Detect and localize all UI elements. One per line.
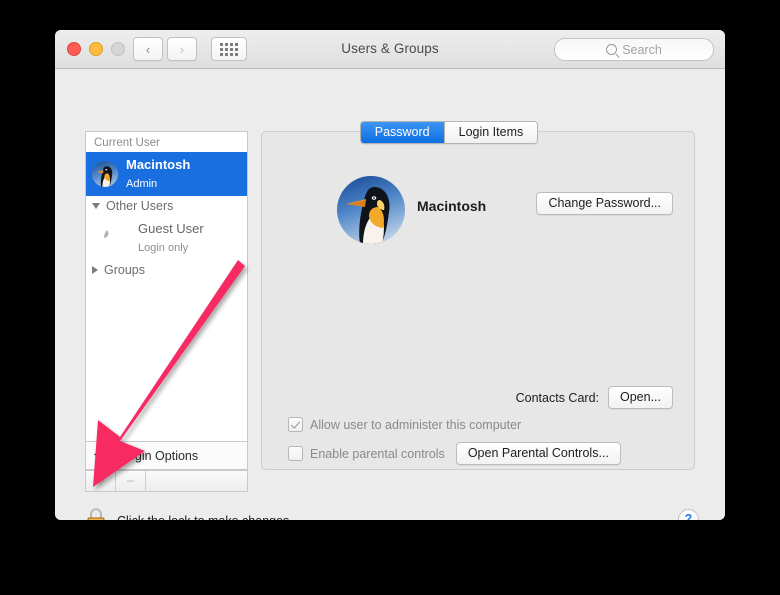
penguin-icon [337,176,405,244]
login-options-row[interactable]: Login Options [85,441,248,470]
chevron-right-icon[interactable] [92,266,98,274]
admin-checkbox-label: Allow user to administer this computer [310,417,522,432]
sidebar-item-macintosh[interactable]: Macintosh Admin [86,152,247,196]
window-body: Password Login Items Current User Macint… [55,69,725,520]
tab-login-items[interactable]: Login Items [443,122,538,143]
lock-icon[interactable] [85,507,107,520]
penguin-avatar-small [92,161,118,187]
window-titlebar: ‹ › Users & Groups Search [55,30,725,69]
screen: ‹ › Users & Groups Search Password Login… [0,0,780,595]
admin-checkbox [288,417,303,432]
other-users-header: Other Users [106,199,174,213]
chevron-down-icon[interactable] [92,203,100,209]
contacts-card-row: Contacts Card: Open... [262,386,673,409]
remove-user-button: − [116,471,146,491]
lock-hint-text: Click the lock to make changes. [117,514,293,520]
tab-password[interactable]: Password [360,122,444,143]
users-sidebar[interactable]: Current User Macintosh Admin Other Users… [85,131,248,441]
parental-controls-row: Enable parental controls Open Parental C… [288,442,621,465]
generic-user-avatar-icon [104,225,130,251]
open-parental-controls-button[interactable]: Open Parental Controls... [455,442,621,465]
admin-checkbox-row: Allow user to administer this computer [288,417,521,432]
sidebar-guest-role: Login only [138,242,189,254]
login-options-label: Login Options [121,448,199,463]
sidebar-user-name: Macintosh [126,157,191,172]
groups-header: Groups [104,263,145,277]
help-button[interactable]: ? [678,509,699,520]
add-user-button: + [86,471,116,491]
contacts-card-open-button[interactable]: Open... [608,386,673,409]
sidebar-guest-name: Guest User [138,221,204,236]
sidebar-group-groups[interactable]: Groups [86,260,247,280]
sidebar-user-role: Admin [126,178,158,190]
add-remove-user-bar: + − [85,470,248,492]
search-input[interactable]: Search [554,38,714,61]
parental-controls-label: Enable parental controls [310,446,445,461]
tab-bar: Password Login Items [55,121,725,144]
password-pane: Macintosh Change Password... Contacts Ca… [261,131,695,470]
penguin-icon [92,161,118,187]
contacts-card-label: Contacts Card: [515,390,599,405]
account-name: Macintosh [417,198,487,214]
change-password-button[interactable]: Change Password... [536,192,673,215]
parental-controls-checkbox [288,446,303,461]
search-placeholder: Search [622,42,662,57]
sidebar-guest-text: Guest User Login only [138,220,204,256]
sidebar-item-guest-user[interactable]: Guest User Login only [86,216,247,260]
sidebar-group-other-users[interactable]: Other Users [86,196,247,216]
house-icon [93,447,112,464]
account-avatar[interactable] [337,176,405,244]
search-icon [606,44,618,55]
system-preferences-window: ‹ › Users & Groups Search Password Login… [55,30,725,520]
sidebar-user-text: Macintosh Admin [126,156,190,192]
